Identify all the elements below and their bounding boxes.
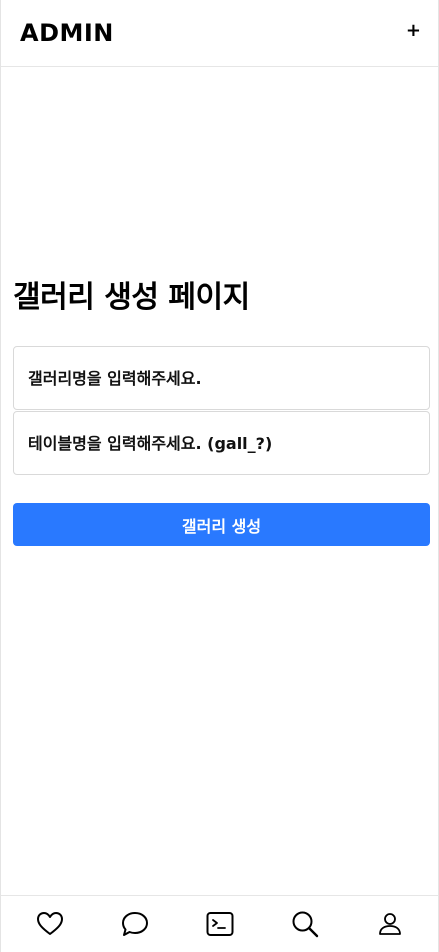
heart-icon bbox=[36, 912, 63, 935]
nav-item-likes[interactable] bbox=[30, 904, 70, 944]
bottom-nav bbox=[1, 895, 438, 952]
app-container: ADMIN + 갤러리 생성 페이지 갤러리 생성 bbox=[0, 0, 439, 952]
search-icon bbox=[292, 911, 318, 938]
nav-item-profile[interactable] bbox=[370, 904, 410, 944]
page-title: 갤러리 생성 페이지 bbox=[13, 280, 250, 315]
nav-item-search[interactable] bbox=[285, 904, 325, 944]
nav-item-chat[interactable] bbox=[115, 904, 155, 944]
terminal-icon bbox=[206, 912, 233, 936]
chat-bubble-icon bbox=[121, 912, 148, 936]
create-gallery-button[interactable]: 갤러리 생성 bbox=[13, 503, 430, 546]
top-header: ADMIN + bbox=[1, 0, 438, 67]
app-title: ADMIN bbox=[20, 19, 114, 47]
table-name-input[interactable] bbox=[13, 411, 430, 475]
user-icon bbox=[378, 913, 401, 935]
gallery-name-input[interactable] bbox=[13, 346, 430, 410]
add-button[interactable]: + bbox=[406, 22, 421, 40]
nav-item-console[interactable] bbox=[200, 904, 240, 944]
